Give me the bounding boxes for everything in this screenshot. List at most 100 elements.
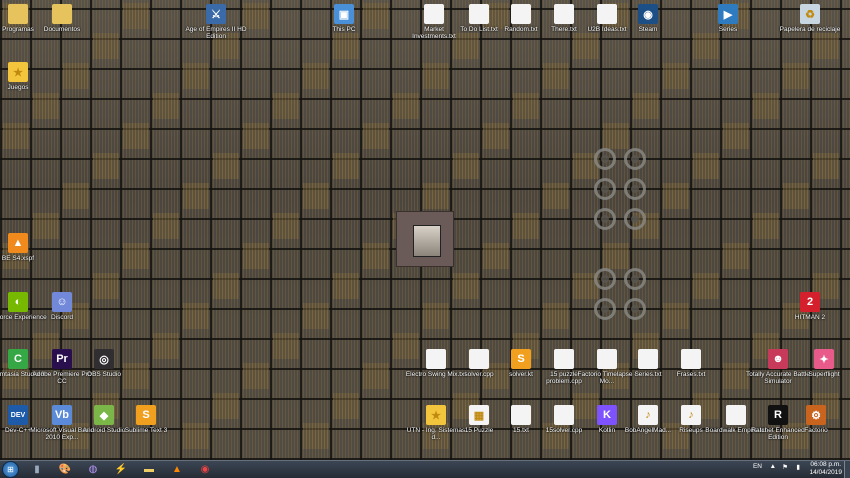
nvidia-icon: ◐ <box>8 292 28 312</box>
desktop-icon-recycle-bin[interactable]: ♻ Papelera de reciclaje <box>778 4 842 33</box>
text-file-icon <box>511 405 531 425</box>
wallpaper-tile <box>423 303 449 329</box>
cpp-file-icon <box>469 349 489 369</box>
wallpaper-tile <box>153 333 179 359</box>
wallpaper-tile <box>303 303 329 329</box>
wallpaper-tile <box>183 423 209 449</box>
star-icon: ★ <box>8 62 28 82</box>
app-file-icon: ▦ <box>469 405 489 425</box>
wallpaper-tile <box>783 63 809 89</box>
wallpaper-gear <box>594 268 616 290</box>
wallpaper-tile <box>693 273 719 299</box>
clock-date: 14/04/2019 <box>809 469 842 476</box>
wallpaper-tile <box>123 243 149 269</box>
wallpaper-gear <box>594 208 616 230</box>
show-desktop-button[interactable] <box>844 461 850 478</box>
wallpaper-tile <box>633 93 659 119</box>
clock-time: 06:08 p.m. <box>810 461 842 468</box>
desktop-icon-obs[interactable]: ◎ OBS Studio <box>72 349 136 378</box>
desktop-icon-steam[interactable]: ◉ Steam <box>616 4 680 33</box>
kotlin-icon: K <box>597 405 617 425</box>
wallpaper-tile <box>693 153 719 179</box>
wallpaper-tile <box>183 183 209 209</box>
media-center-icon: ▮ <box>34 464 40 475</box>
wallpaper-gear <box>624 178 646 200</box>
up-arrow-icon[interactable]: ▲ <box>770 463 776 470</box>
media-icon: ▶ <box>718 4 738 24</box>
wallpaper-tile <box>273 93 299 119</box>
wallpaper-tile <box>153 213 179 239</box>
android-icon: ◆ <box>94 405 114 425</box>
desktop-icon-factorio[interactable]: ⚙ Factorio <box>784 405 848 434</box>
wallpaper-tile <box>33 93 59 119</box>
desktop-icon-hitman[interactable]: 2 HITMAN 2 <box>778 292 842 321</box>
clock[interactable]: 06:08 p.m. 14/04/2019 <box>809 461 842 477</box>
wallpaper-gear <box>624 268 646 290</box>
taskbar-winamp-button[interactable]: ⚡ <box>108 462 134 477</box>
text-file-icon <box>554 4 574 24</box>
wallpaper-tile <box>363 123 389 149</box>
wallpaper-gear <box>624 208 646 230</box>
taskbar-chrome-button[interactable]: ◉ <box>192 462 218 477</box>
desktop-icon-label: BE S4.xspf <box>1 255 35 262</box>
factorio-icon: ⚙ <box>806 405 826 425</box>
wallpaper-tile <box>393 93 419 119</box>
desktop-icon-label: Age of Empires II HD Edition <box>185 26 247 40</box>
wallpaper-tile <box>753 213 779 239</box>
wallpaper-tile <box>453 153 479 179</box>
vb-icon: Vb <box>52 405 72 425</box>
desktop-icon-age-of-empires[interactable]: ⚔ Age of Empires II HD Edition <box>184 4 248 40</box>
folder-icon <box>8 4 28 24</box>
wallpaper-tile <box>333 153 359 179</box>
desktop-icon-superflight[interactable]: ✦ Superflight <box>792 349 850 378</box>
desktop-icon-juegos[interactable]: ★ Juegos <box>0 62 50 91</box>
wallpaper-tile <box>273 333 299 359</box>
desktop-icon-label: Superflight <box>808 371 840 378</box>
wallpaper-tile <box>513 93 539 119</box>
language-indicator[interactable]: EN <box>753 463 762 470</box>
wallpaper-tile <box>3 123 29 149</box>
text-file-icon <box>511 4 531 24</box>
text-file-icon <box>469 4 489 24</box>
cpp-file-icon <box>554 405 574 425</box>
desktop-icon-label: Series <box>718 26 738 33</box>
desktop-icon-this-pc[interactable]: ▣ This PC <box>312 4 376 33</box>
tabs-icon: ☻ <box>768 349 788 369</box>
flag-icon[interactable]: ⚑ <box>782 463 788 471</box>
taskbar-vlc-button[interactable]: ▲ <box>164 462 190 477</box>
text-file-icon <box>638 349 658 369</box>
wallpaper-tile <box>663 63 689 89</box>
desktop-icon-label: Steam <box>638 26 658 33</box>
wallpaper-tile <box>213 393 239 419</box>
desktop-icon-label: Juegos <box>7 84 29 91</box>
desktop-icon-documentos[interactable]: Documentos <box>30 4 94 33</box>
wallpaper-tile <box>93 33 119 59</box>
wallpaper-tile <box>153 93 179 119</box>
desktop-icon-label: Documentos <box>43 26 81 33</box>
desktop-icon-discord[interactable]: ☺ Discord <box>30 292 94 321</box>
folder-icon: ▬ <box>144 464 154 475</box>
desktop-icon-series-top[interactable]: ▶ Series <box>696 4 760 33</box>
text-file-icon <box>726 405 746 425</box>
theme-icon: ◍ <box>88 464 98 475</box>
wallpaper-tile <box>123 123 149 149</box>
taskbar-explorer-button[interactable]: ▬ <box>136 462 162 477</box>
desktop-icon-sublime[interactable]: S Sublime Text 3 <box>114 405 178 434</box>
wallpaper-tile <box>603 123 629 149</box>
desktop-icon-bes4[interactable]: ▲ BE S4.xspf <box>0 233 50 262</box>
start-button[interactable]: ⊞ <box>2 461 19 478</box>
taskbar-paint-button[interactable]: 🎨 <box>52 462 78 477</box>
wallpaper-tile <box>303 63 329 89</box>
wallpaper-gear <box>594 298 616 320</box>
desktop-icon-label: OBS Studio <box>87 371 121 378</box>
taskbar-theme-button[interactable]: ◍ <box>80 462 106 477</box>
taskbar: ⊞ ▮ 🎨 ◍ ⚡ ▬ ▲ ◉ EN ▲ ⚑ ▮ 06:08 p.m. 14/04/2019 <box>0 460 850 478</box>
network-icon[interactable]: ▮ <box>796 463 800 471</box>
desktop-icon-frases[interactable]: Frases.txt <box>659 349 723 378</box>
cpp-file-icon <box>554 349 574 369</box>
star-icon: ★ <box>426 405 446 425</box>
taskbar-media-center-button[interactable]: ▮ <box>24 462 50 477</box>
wallpaper-tile <box>723 123 749 149</box>
wallpaper-tile <box>693 33 719 59</box>
wallpaper-gear <box>594 148 616 170</box>
